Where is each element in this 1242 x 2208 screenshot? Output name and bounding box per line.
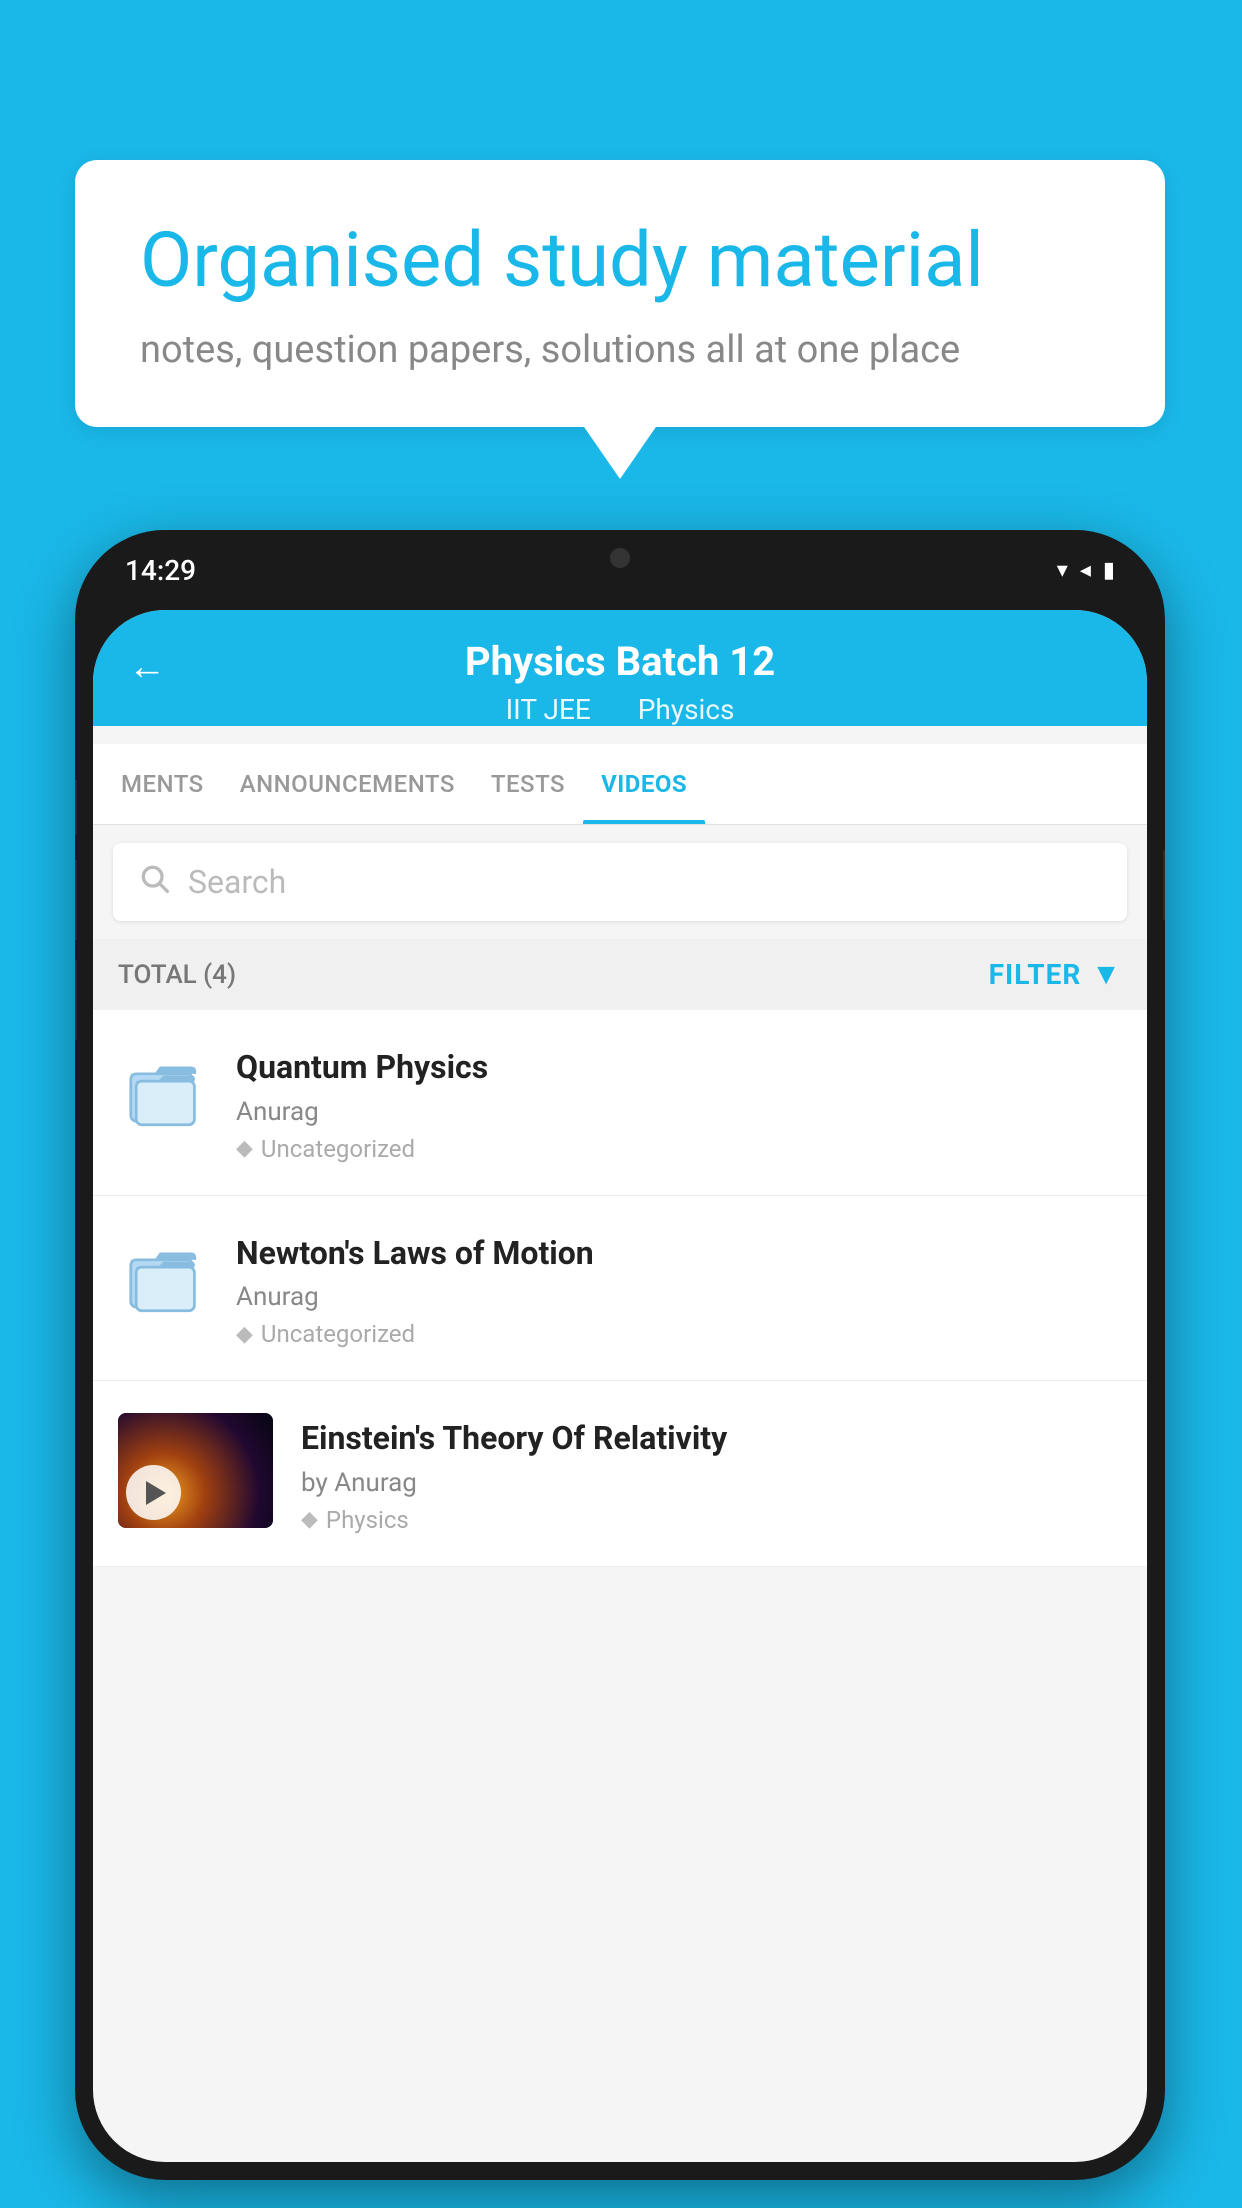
list-item[interactable]: Einstein's Theory Of Relativity by Anura… [93, 1381, 1147, 1567]
tag-text: Physics [326, 1506, 409, 1534]
wifi-icon: ▾ [1057, 558, 1068, 583]
phone-screen: ← Physics Batch 12 IIT JEE Physics MENTS… [93, 610, 1147, 2162]
video-title: Einstein's Theory Of Relativity [301, 1418, 1122, 1460]
video-thumbnail [118, 1413, 273, 1528]
search-bar[interactable]: Search [113, 843, 1127, 921]
video-list: Quantum Physics Anurag ◆ Uncategorized [93, 1010, 1147, 1567]
phone-notch [505, 530, 735, 585]
video-tag: ◆ Physics [301, 1506, 1122, 1534]
status-time: 14:29 [125, 554, 196, 587]
tag-text: Uncategorized [261, 1135, 415, 1163]
phone-device: 14:29 ▾ ◂ ▮ ← Physics Batch 12 IIT JEE P… [75, 530, 1165, 2180]
search-icon [138, 861, 170, 903]
header-subtitle: IIT JEE Physics [133, 693, 1107, 726]
search-placeholder: Search [188, 863, 286, 901]
total-count: TOTAL (4) [118, 960, 236, 990]
tabs-bar: MENTS ANNOUNCEMENTS TESTS VIDEOS [93, 744, 1147, 825]
list-item[interactable]: Quantum Physics Anurag ◆ Uncategorized [93, 1010, 1147, 1196]
header-category: IIT JEE [506, 693, 591, 726]
filter-icon: ▼ [1091, 957, 1122, 992]
power-button [1163, 850, 1165, 920]
list-item[interactable]: Newton's Laws of Motion Anurag ◆ Uncateg… [93, 1196, 1147, 1382]
video-author: Anurag [236, 1282, 1122, 1312]
app-header: ← Physics Batch 12 IIT JEE Physics [93, 610, 1147, 726]
tab-announcements[interactable]: ANNOUNCEMENTS [222, 744, 473, 824]
filter-button[interactable]: FILTER ▼ [989, 957, 1122, 992]
folder-icon-wrap [118, 1228, 208, 1318]
header-title: Physics Batch 12 [133, 638, 1107, 685]
header-subject: Physics [638, 693, 735, 726]
battery-icon: ▮ [1103, 558, 1115, 583]
video-tag: ◆ Uncategorized [236, 1135, 1122, 1163]
tab-ments[interactable]: MENTS [103, 744, 222, 824]
speech-bubble: Organised study material notes, question… [75, 160, 1165, 427]
video-info: Einstein's Theory Of Relativity by Anura… [301, 1413, 1122, 1534]
play-button[interactable] [126, 1465, 181, 1520]
tag-text: Uncategorized [261, 1320, 415, 1348]
status-icons: ▾ ◂ ▮ [1057, 558, 1115, 583]
back-button[interactable]: ← [128, 645, 166, 689]
video-info: Newton's Laws of Motion Anurag ◆ Uncateg… [236, 1228, 1122, 1349]
video-tag: ◆ Uncategorized [236, 1320, 1122, 1348]
video-title: Quantum Physics [236, 1047, 1122, 1089]
volume-up-button [75, 860, 77, 940]
mute-button [75, 780, 77, 835]
filter-bar: TOTAL (4) FILTER ▼ [93, 939, 1147, 1010]
video-author: by Anurag [301, 1468, 1122, 1498]
tag-icon: ◆ [236, 1322, 253, 1347]
folder-icon-wrap [118, 1042, 208, 1132]
tag-icon: ◆ [236, 1136, 253, 1161]
filter-label: FILTER [989, 958, 1082, 991]
camera [610, 548, 630, 568]
tab-tests[interactable]: TESTS [473, 744, 583, 824]
tab-videos[interactable]: VIDEOS [583, 744, 705, 824]
status-bar: 14:29 ▾ ◂ ▮ [75, 530, 1165, 610]
bubble-subtitle: notes, question papers, solutions all at… [140, 328, 1100, 372]
volume-down-button [75, 960, 77, 1040]
video-info: Quantum Physics Anurag ◆ Uncategorized [236, 1042, 1122, 1163]
play-icon [146, 1481, 166, 1505]
signal-icon: ◂ [1080, 558, 1091, 583]
tag-icon: ◆ [301, 1507, 318, 1532]
bubble-title: Organised study material [140, 215, 1100, 306]
video-title: Newton's Laws of Motion [236, 1233, 1122, 1275]
video-author: Anurag [236, 1097, 1122, 1127]
